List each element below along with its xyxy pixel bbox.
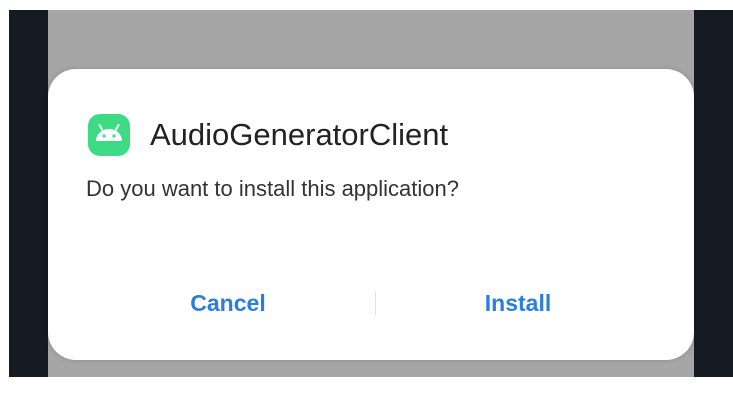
button-divider: [375, 291, 376, 315]
install-button[interactable]: Install: [448, 281, 588, 325]
cancel-button[interactable]: Cancel: [158, 281, 298, 325]
screen: AudioGeneratorClient Do you want to inst…: [0, 0, 733, 404]
install-dialog: AudioGeneratorClient Do you want to inst…: [48, 69, 694, 360]
app-name: AudioGeneratorClient: [150, 117, 449, 152]
install-prompt: Do you want to install this application?: [86, 176, 459, 201]
android-robot-icon: [88, 114, 130, 156]
